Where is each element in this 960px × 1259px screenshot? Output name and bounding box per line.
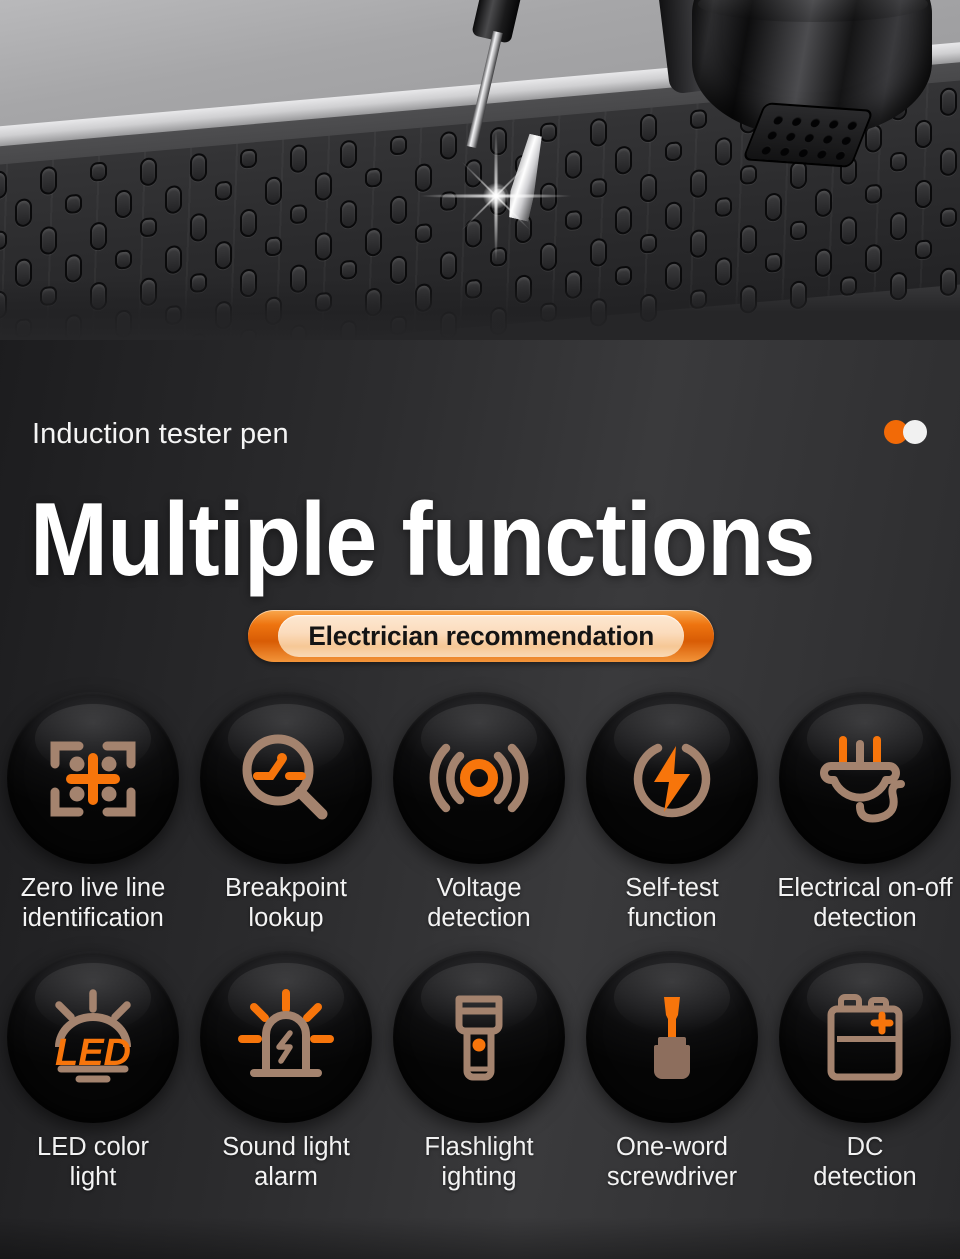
spark-core [483, 183, 509, 209]
self-test-icon [633, 743, 711, 818]
feature-item-self-test[interactable]: Self-test function [579, 692, 765, 933]
feature-label: LED color light [37, 1133, 149, 1191]
feature-orb [779, 692, 951, 864]
power-plug-icon [820, 736, 905, 823]
siren-alarm-icon [238, 989, 334, 1077]
badge-label: Electrician recommendation [308, 620, 654, 651]
feature-item-breakpoint-lookup[interactable]: Breakpoint lookup [193, 692, 379, 933]
recommendation-badge: Electrician recommendation [248, 610, 714, 662]
feature-orb [779, 951, 951, 1123]
feature-label: Sound light alarm [222, 1133, 350, 1191]
voltage-detection-icon [429, 743, 529, 813]
feature-label: Self-test function [625, 874, 719, 932]
eyebrow-text: Induction tester pen [32, 418, 289, 450]
spark-flare-icon [451, 151, 541, 241]
feature-label: Zero live line identification [20, 874, 166, 932]
feature-item-flashlight[interactable]: Flashlight ighting [386, 951, 572, 1192]
screwdriver-icon [654, 997, 690, 1079]
feature-label: DC detection [813, 1133, 917, 1191]
feature-item-voltage-detection[interactable]: Voltage detection [386, 692, 572, 933]
feature-label: Electrical on-off detection [777, 874, 953, 932]
pagination-dots[interactable] [884, 420, 936, 444]
feature-orb [200, 951, 372, 1123]
feature-label: One-word screwdriver [606, 1133, 738, 1191]
dot-inactive[interactable] [903, 420, 927, 444]
flashlight-icon [455, 995, 503, 1081]
feature-orb [7, 692, 179, 864]
product-feature-page: Induction tester pen Multiple functions … [0, 0, 960, 1259]
hero-product-photo [0, 0, 960, 340]
speaker-grill-icon [741, 102, 875, 168]
zero-live-line-icon [50, 741, 136, 817]
battery-dc-icon [827, 994, 903, 1081]
feature-item-zero-live-line[interactable]: Zero live line identification [0, 692, 186, 933]
feature-orb [200, 692, 372, 864]
feature-orb [586, 692, 758, 864]
feature-grid: Zero live line identification Breakpoint… [0, 692, 960, 1192]
svg-text:LED: LED [55, 1032, 131, 1074]
feature-label: Flashlight ighting [424, 1133, 534, 1191]
led-light-icon: LED [55, 989, 131, 1083]
feature-row-1: Zero live line identification Breakpoint… [0, 692, 960, 933]
feature-orb: LED [7, 951, 179, 1123]
feature-item-led-color-light[interactable]: LED LED color light [0, 951, 186, 1192]
feature-orb [393, 692, 565, 864]
breakpoint-lookup-icon [242, 734, 328, 820]
feature-orb [586, 951, 758, 1123]
feature-item-screwdriver[interactable]: One-word screwdriver [579, 951, 765, 1192]
feature-item-sound-light-alarm[interactable]: Sound light alarm [193, 951, 379, 1192]
feature-label: Breakpoint lookup [225, 874, 347, 932]
page-bottom-fade [0, 1217, 960, 1259]
page-title: Multiple functions [30, 482, 815, 598]
device-cylinder [649, 0, 960, 200]
feature-item-dc-detection[interactable]: DC detection [772, 951, 958, 1192]
hero-bottom-fade [0, 280, 960, 340]
feature-row-2: LED LED color light Sound light alarm Fl… [0, 951, 960, 1192]
badge-inner-pill: Electrician recommendation [278, 615, 684, 657]
feature-orb [393, 951, 565, 1123]
feature-label: Voltage detection [427, 874, 531, 932]
feature-item-electrical-on-off[interactable]: Electrical on-off detection [772, 692, 958, 933]
